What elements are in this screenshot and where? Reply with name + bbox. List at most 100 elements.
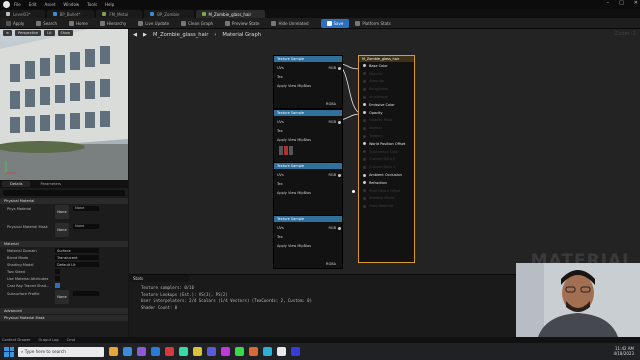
details-search-input[interactable] bbox=[3, 190, 125, 196]
asset-thumbnail[interactable]: None bbox=[55, 223, 69, 237]
taskbar-app-icon[interactable] bbox=[165, 347, 174, 356]
input-pin[interactable] bbox=[363, 189, 366, 193]
mip-bias-pin-label[interactable]: Apply View MipBias bbox=[277, 84, 311, 88]
output-pin[interactable] bbox=[338, 67, 341, 70]
texture-sample-node-1[interactable]: Texture Sample UVs Tex Apply View MipBia… bbox=[273, 55, 343, 109]
taskbar-app-icon[interactable] bbox=[235, 347, 244, 356]
asset-picker[interactable]: None bbox=[73, 206, 99, 211]
unreal-logo-icon[interactable] bbox=[3, 1, 10, 8]
asset-picker[interactable]: None bbox=[73, 224, 99, 229]
taskbar-app-icon[interactable] bbox=[263, 347, 272, 356]
cmd-input[interactable]: Cmd bbox=[67, 338, 75, 342]
section-advanced[interactable]: Advanced bbox=[0, 308, 128, 314]
tab-fm-metal[interactable]: FM_Metal bbox=[96, 10, 143, 18]
taskbar-app-icon[interactable] bbox=[193, 347, 202, 356]
asset-thumbnail[interactable]: None bbox=[55, 205, 69, 219]
output-log-button[interactable]: Output Log bbox=[39, 338, 59, 342]
input-pin[interactable] bbox=[363, 111, 366, 115]
input-pin[interactable] bbox=[363, 95, 366, 99]
apply-button[interactable]: Apply bbox=[0, 19, 30, 28]
menu-file[interactable]: File bbox=[14, 2, 21, 7]
section-physical-material-mask[interactable]: Physical Material Mask bbox=[0, 315, 128, 321]
material-graph-canvas[interactable]: ◀ ▶ M_Zombie_glass_hair › Material Graph… bbox=[129, 29, 640, 274]
tab-bp-bullet[interactable]: BP_Bullet* bbox=[46, 10, 95, 18]
menu-icon[interactable]: ≡ bbox=[3, 30, 12, 36]
input-pin[interactable] bbox=[363, 173, 366, 177]
input-pin[interactable] bbox=[363, 204, 366, 208]
show-button[interactable]: Show bbox=[57, 30, 73, 36]
tex-pin-label[interactable]: Tex bbox=[277, 75, 283, 79]
texture-sample-node-3[interactable]: Texture Sample UVs Tex Apply View MipBia… bbox=[273, 162, 343, 216]
menu-asset[interactable]: Asset bbox=[44, 2, 55, 7]
input-pin[interactable] bbox=[363, 142, 366, 146]
tab-parameters[interactable]: Parameters bbox=[32, 181, 69, 187]
input-pin[interactable] bbox=[363, 196, 366, 200]
input-pixel-depth-offset[interactable]: Pixel Depth Offset bbox=[359, 187, 414, 195]
menu-tools[interactable]: Tools bbox=[87, 2, 97, 7]
texture-sample-node-4[interactable]: Texture Sample UVs Tex Apply View MipBia… bbox=[273, 215, 343, 269]
perspective-button[interactable]: Perspective bbox=[14, 30, 42, 36]
tab-bp-zombie[interactable]: BP_Zombie bbox=[144, 10, 194, 18]
output-pin[interactable] bbox=[338, 227, 341, 230]
input-ambient-occlusion[interactable]: Ambient Occlusion bbox=[359, 171, 414, 179]
taskbar-app-icon[interactable] bbox=[277, 347, 286, 356]
hide-unrelated-button[interactable]: Hide Unrelated bbox=[265, 19, 314, 28]
input-pin[interactable] bbox=[363, 181, 366, 185]
input-world-position-offset[interactable]: World Position Offset bbox=[359, 140, 414, 148]
input-refraction[interactable]: Refraction bbox=[359, 179, 414, 187]
taskbar-app-icon[interactable] bbox=[221, 347, 230, 356]
live-update-button[interactable]: Live Update bbox=[132, 19, 175, 28]
hierarchy-button[interactable]: Hierarchy bbox=[94, 19, 132, 28]
input-opacity[interactable]: Opacity bbox=[359, 109, 414, 117]
menu-help[interactable]: Help bbox=[105, 2, 114, 7]
input-front-material[interactable]: Front Material bbox=[359, 202, 414, 210]
taskbar-app-icon[interactable] bbox=[137, 347, 146, 356]
asset-picker[interactable] bbox=[73, 291, 99, 296]
input-emissive-color[interactable]: Emissive Color bbox=[359, 101, 414, 109]
input-custom-data-1[interactable]: Custom Data 1 bbox=[359, 163, 414, 171]
shading-model-dropdown[interactable]: Default Lit bbox=[55, 262, 99, 267]
output-pin[interactable] bbox=[338, 121, 341, 124]
input-pin[interactable] bbox=[363, 134, 366, 138]
tab-level03[interactable]: Level03* bbox=[0, 10, 45, 18]
taskbar-app-icon[interactable] bbox=[249, 347, 258, 356]
output-pin[interactable] bbox=[338, 174, 341, 177]
lit-button[interactable]: Lit bbox=[44, 30, 55, 36]
texture-sample-node-2[interactable]: Texture Sample UVs Tex Apply View MipBia… bbox=[273, 109, 343, 163]
maximize-icon[interactable]: □ bbox=[619, 0, 624, 6]
taskbar-app-icon[interactable] bbox=[291, 347, 300, 356]
taskbar-app-icon[interactable] bbox=[179, 347, 188, 356]
input-metallic[interactable]: Metallic bbox=[359, 70, 414, 78]
input-pin[interactable] bbox=[363, 79, 366, 83]
menu-window[interactable]: Window bbox=[63, 2, 79, 7]
close-icon[interactable]: ✕ bbox=[634, 0, 638, 6]
input-tangent[interactable]: Tangent bbox=[359, 132, 414, 140]
input-pin[interactable] bbox=[363, 157, 366, 161]
tab-m-zombie-glass-hair[interactable]: M_Zombie_glass_hair bbox=[195, 10, 266, 18]
cast-ray-traced-shadows-checkbox[interactable] bbox=[55, 283, 60, 288]
home-button[interactable]: Home bbox=[63, 19, 94, 28]
taskbar-clock[interactable]: 11:42 AM 4/18/2023 bbox=[613, 346, 634, 356]
taskbar-search-input[interactable]: ⌕ Type here to search bbox=[18, 346, 104, 357]
input-shading-model[interactable]: Shading Model bbox=[359, 195, 414, 203]
preview-state-button[interactable]: Preview State bbox=[219, 19, 265, 28]
input-pin[interactable] bbox=[363, 87, 366, 91]
minimize-icon[interactable]: – bbox=[607, 0, 610, 6]
platform-stats-button[interactable]: Platform Stats bbox=[349, 19, 396, 28]
taskbar-app-icon[interactable] bbox=[109, 347, 118, 356]
input-pin[interactable] bbox=[363, 103, 366, 107]
material-result-node[interactable]: M_Zombie_glass_hair Base Color Metallic … bbox=[358, 55, 415, 263]
two-sided-checkbox[interactable] bbox=[55, 269, 60, 274]
use-material-attributes-checkbox[interactable] bbox=[55, 276, 60, 281]
input-pin[interactable] bbox=[363, 64, 366, 68]
input-pin[interactable] bbox=[363, 165, 366, 169]
windows-start-icon[interactable] bbox=[4, 346, 14, 357]
input-normal[interactable]: Normal bbox=[359, 124, 414, 132]
content-drawer-button[interactable]: Content Drawer bbox=[2, 338, 31, 342]
input-base-color[interactable]: Base Color bbox=[359, 62, 414, 70]
asset-thumbnail[interactable]: None bbox=[55, 290, 69, 304]
input-anisotropy[interactable]: Anisotropy bbox=[359, 93, 414, 101]
input-specular[interactable]: Specular bbox=[359, 78, 414, 86]
input-roughness[interactable]: Roughness bbox=[359, 85, 414, 93]
search-button[interactable]: Search bbox=[30, 19, 63, 28]
